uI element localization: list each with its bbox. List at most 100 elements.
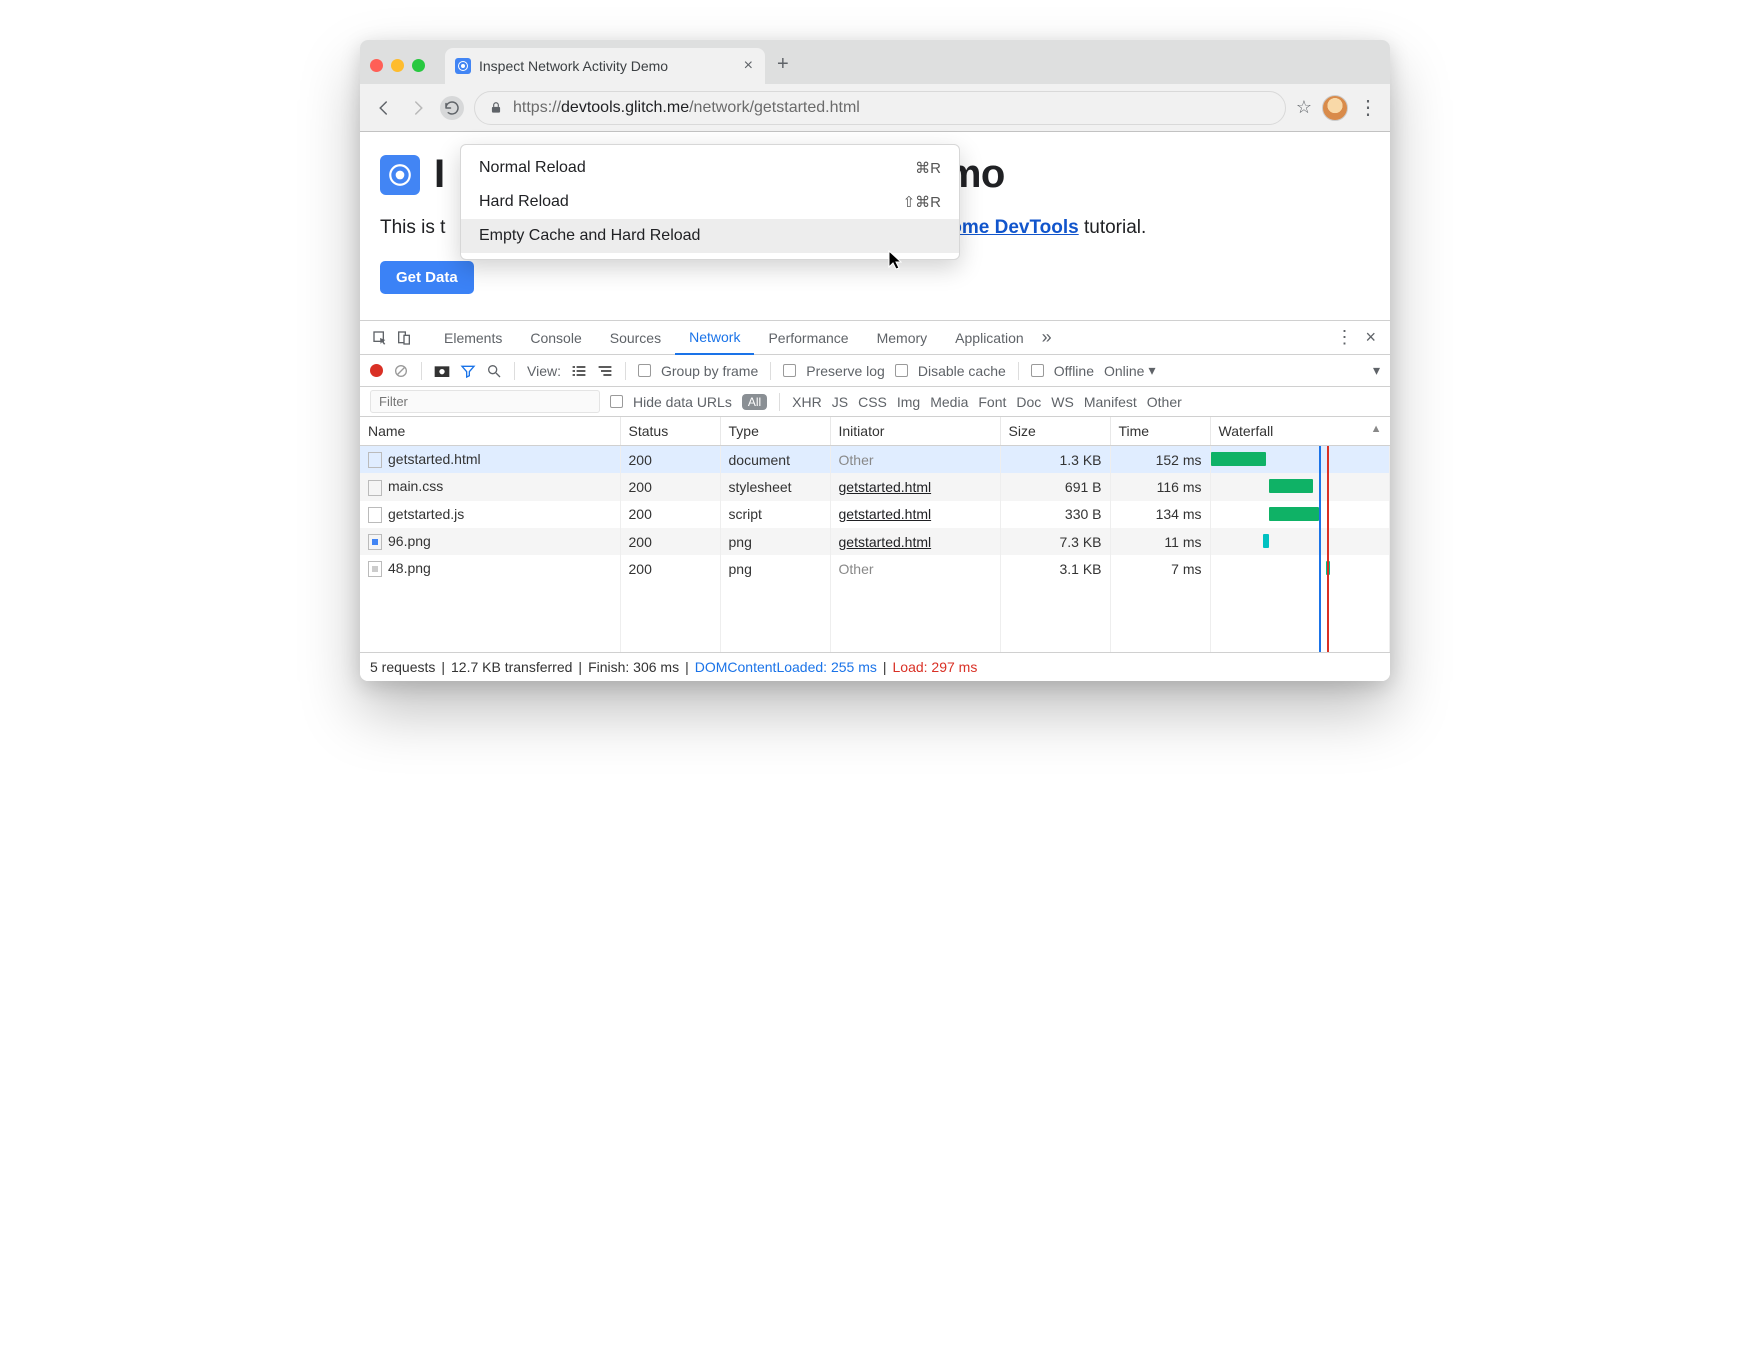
- cell-size: 3.1 KB: [1000, 555, 1110, 582]
- disable-cache-checkbox[interactable]: [895, 364, 908, 377]
- chrome-menu-icon[interactable]: ⋮: [1358, 95, 1378, 120]
- overview-icon[interactable]: [597, 364, 613, 378]
- initiator-link[interactable]: getstarted.html: [839, 534, 932, 550]
- tab-close-icon[interactable]: ×: [744, 57, 753, 75]
- cell-time: 7 ms: [1110, 555, 1210, 582]
- cell-time: 116 ms: [1110, 473, 1210, 500]
- initiator-link[interactable]: getstarted.html: [839, 479, 932, 495]
- new-tab-button[interactable]: +: [777, 53, 789, 76]
- filter-type-img[interactable]: Img: [897, 394, 920, 410]
- table-row[interactable]: getstarted.js 200 script getstarted.html…: [360, 501, 1390, 528]
- menu-shortcut: ⇧⌘R: [903, 193, 941, 211]
- network-status-bar: 5 requests| 12.7 KB transferred| Finish:…: [360, 652, 1390, 681]
- tab-application[interactable]: Application: [941, 321, 1038, 354]
- large-rows-icon[interactable]: [571, 364, 587, 378]
- maximize-window-icon[interactable]: [412, 59, 425, 72]
- tabs-overflow-icon[interactable]: »: [1042, 327, 1052, 348]
- cell-size: 7.3 KB: [1000, 528, 1110, 555]
- browser-tab[interactable]: Inspect Network Activity Demo ×: [445, 48, 765, 84]
- forward-button[interactable]: [406, 96, 430, 120]
- menu-label: Hard Reload: [479, 193, 569, 211]
- bookmark-icon[interactable]: ☆: [1296, 97, 1312, 118]
- filter-type-other[interactable]: Other: [1147, 394, 1182, 410]
- chevron-down-icon: ▾: [1148, 362, 1155, 379]
- file-icon: [368, 534, 382, 550]
- url-text: https://devtools.glitch.me/network/getst…: [513, 99, 860, 117]
- cell-type: png: [720, 555, 830, 582]
- back-button[interactable]: [372, 96, 396, 120]
- offline-checkbox[interactable]: [1031, 364, 1044, 377]
- filter-type-font[interactable]: Font: [978, 394, 1006, 410]
- search-icon[interactable]: [486, 363, 502, 379]
- menu-item-normal-reload[interactable]: Normal Reload ⌘R: [461, 151, 959, 185]
- tab-performance[interactable]: Performance: [754, 321, 862, 354]
- network-settings-icon[interactable]: ▾: [1373, 362, 1380, 379]
- get-data-button[interactable]: Get Data: [380, 261, 474, 294]
- col-time[interactable]: Time: [1110, 417, 1210, 446]
- close-window-icon[interactable]: [370, 59, 383, 72]
- cell-waterfall: [1210, 501, 1390, 528]
- filter-type-manifest[interactable]: Manifest: [1084, 394, 1137, 410]
- tab-network[interactable]: Network: [675, 322, 754, 355]
- hide-data-urls-checkbox[interactable]: [610, 395, 623, 408]
- record-button[interactable]: [370, 364, 383, 377]
- group-by-frame-checkbox[interactable]: [638, 364, 651, 377]
- col-type[interactable]: Type: [720, 417, 830, 446]
- tab-title: Inspect Network Activity Demo: [479, 58, 668, 74]
- cell-type: png: [720, 528, 830, 555]
- status-load: Load: 297 ms: [893, 659, 978, 675]
- filter-icon[interactable]: [460, 363, 476, 379]
- cell-waterfall: [1210, 473, 1390, 500]
- menu-item-hard-reload[interactable]: Hard Reload ⇧⌘R: [461, 185, 959, 219]
- col-size[interactable]: Size: [1000, 417, 1110, 446]
- col-initiator[interactable]: Initiator: [830, 417, 1000, 446]
- cell-type: stylesheet: [720, 473, 830, 500]
- profile-avatar[interactable]: [1322, 95, 1348, 121]
- minimize-window-icon[interactable]: [391, 59, 404, 72]
- filter-type-ws[interactable]: WS: [1051, 394, 1074, 410]
- filter-type-css[interactable]: CSS: [858, 394, 887, 410]
- table-row[interactable]: 96.png 200 png getstarted.html 7.3 KB 11…: [360, 528, 1390, 555]
- reload-button[interactable]: [440, 96, 464, 120]
- table-row-empty: [360, 582, 1390, 652]
- cell-size: 330 B: [1000, 501, 1110, 528]
- devtools-close-icon[interactable]: ×: [1365, 327, 1376, 348]
- cell-initiator: Other: [830, 446, 1000, 474]
- clear-button[interactable]: [393, 363, 409, 379]
- tab-elements[interactable]: Elements: [430, 321, 516, 354]
- cell-status: 200: [620, 501, 720, 528]
- menu-item-empty-cache-hard-reload[interactable]: Empty Cache and Hard Reload: [461, 219, 959, 253]
- device-toolbar-icon[interactable]: [392, 326, 416, 350]
- table-header-row: Name Status Type Initiator Size Time Wat…: [360, 417, 1390, 446]
- col-waterfall[interactable]: Waterfall▲: [1210, 417, 1390, 446]
- network-table: Name Status Type Initiator Size Time Wat…: [360, 417, 1390, 652]
- offline-label: Offline: [1054, 363, 1094, 379]
- filter-type-media[interactable]: Media: [930, 394, 968, 410]
- screenshot-icon[interactable]: [434, 364, 450, 378]
- cell-status: 200: [620, 555, 720, 582]
- col-name[interactable]: Name: [360, 417, 620, 446]
- filter-type-js[interactable]: JS: [832, 394, 848, 410]
- preserve-log-checkbox[interactable]: [783, 364, 796, 377]
- tab-sources[interactable]: Sources: [596, 321, 675, 354]
- col-status[interactable]: Status: [620, 417, 720, 446]
- tab-memory[interactable]: Memory: [863, 321, 942, 354]
- filter-input[interactable]: [370, 390, 600, 413]
- tab-console[interactable]: Console: [516, 321, 595, 354]
- inspect-element-icon[interactable]: [368, 326, 392, 350]
- online-select[interactable]: Online▾: [1104, 362, 1156, 379]
- status-finish: Finish: 306 ms: [588, 659, 679, 675]
- filter-type-doc[interactable]: Doc: [1016, 394, 1041, 410]
- browser-toolbar: https://devtools.glitch.me/network/getst…: [360, 84, 1390, 132]
- table-row[interactable]: getstarted.html 200 document Other 1.3 K…: [360, 446, 1390, 474]
- table-row[interactable]: 48.png 200 png Other 3.1 KB 7 ms: [360, 555, 1390, 582]
- filter-type-all[interactable]: All: [742, 394, 767, 410]
- table-row[interactable]: main.css 200 stylesheet getstarted.html …: [360, 473, 1390, 500]
- cell-type: document: [720, 446, 830, 474]
- menu-label: Normal Reload: [479, 159, 586, 177]
- devtools-menu-icon[interactable]: ⋮: [1335, 327, 1353, 348]
- network-toolbar: View: Group by frame Preserve log Disabl…: [360, 355, 1390, 387]
- address-bar[interactable]: https://devtools.glitch.me/network/getst…: [474, 91, 1286, 125]
- filter-type-xhr[interactable]: XHR: [792, 394, 822, 410]
- initiator-link[interactable]: getstarted.html: [839, 506, 932, 522]
